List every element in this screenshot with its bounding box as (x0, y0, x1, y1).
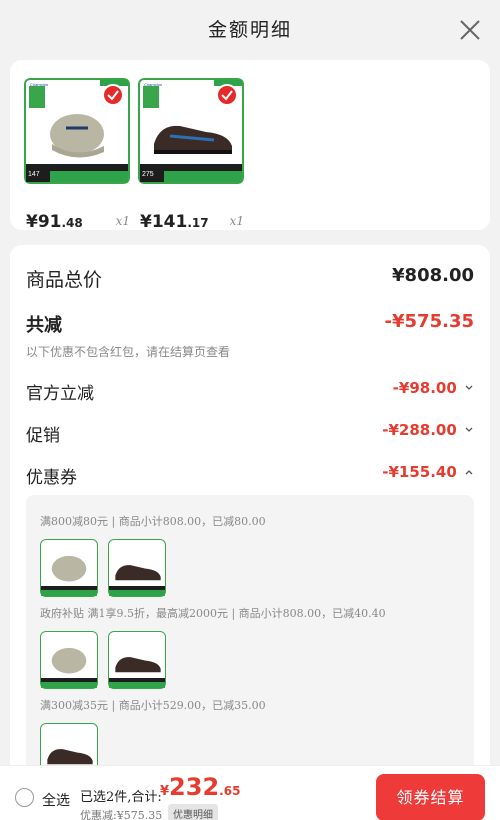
total-discount-row: 共减 -¥575.35 以下优惠不包含红包，请在结算页查看 (26, 311, 474, 360)
checkout-bar: 全选 已选2件,合计: ¥232.65 优惠减:¥575.35 优惠明细 领券结… (0, 765, 500, 820)
chevron-up-icon[interactable] (464, 467, 474, 477)
discount-note: 以下优惠不包含红包，请在结算页查看 (26, 345, 231, 359)
coupon-product-thumb (40, 631, 98, 689)
product-quantity: x1 (115, 214, 130, 228)
thumb-price: 275 (140, 166, 164, 182)
chevron-down-icon[interactable] (464, 383, 474, 393)
coupon-product-thumb (108, 631, 166, 689)
select-all-radio[interactable] (15, 788, 34, 807)
coupon-label: 优惠券 (26, 468, 77, 488)
total-discount-value: -¥575.35 (384, 311, 474, 332)
product-item[interactable]: Champion 275 ¥141.17 x1 (138, 78, 244, 232)
selected-count: 已选2件,合计: (80, 790, 162, 805)
products-card: Champion 147 ¥91.48 x1 Champion 275 ¥141… (10, 60, 490, 232)
goods-total-label: 商品总价 (26, 269, 103, 291)
close-icon[interactable] (458, 18, 482, 42)
official-discount-label: 官方立减 (26, 384, 94, 404)
coupon-detail-panel: 满800减80元 | 商品小计808.00，已减80.00 政府补贴 满1享9.… (26, 495, 474, 785)
product-thumbnail[interactable]: Champion 275 (138, 78, 244, 184)
coupon-product-thumb (108, 539, 166, 597)
summary-card: 商品总价 ¥808.00 共减 -¥575.35 以下优惠不包含红包，请在结算页… (10, 245, 490, 785)
coupon-row[interactable]: 优惠券 -¥155.40 (26, 463, 474, 488)
product-thumbnail[interactable]: Champion 147 (24, 78, 130, 184)
check-icon[interactable] (216, 84, 238, 106)
discount-summary: 优惠减:¥575.35 (80, 809, 163, 820)
select-all-label[interactable]: 全选 (42, 790, 70, 810)
page-title: 金额明细 (207, 19, 292, 41)
total-amount: ¥232.65 (160, 773, 241, 801)
shoe-image-icon (154, 125, 232, 154)
product-price: ¥141.17 (140, 212, 209, 232)
goods-total-row: 商品总价 ¥808.00 (26, 265, 474, 292)
total-discount-label: 共减 (26, 315, 62, 336)
thumb-price: 147 (26, 166, 50, 182)
check-icon[interactable] (102, 84, 124, 106)
coupon-detail-line: 满800减80元 | 商品小计808.00，已减80.00 (40, 515, 266, 528)
promo-value: -¥288.00 (382, 421, 457, 439)
coupon-detail-line: 政府补贴 满1享9.5折，最高减2000元 | 商品小计808.00，已减40.… (40, 607, 386, 620)
coupon-product-thumb (40, 539, 98, 597)
cap-image-icon (50, 114, 104, 158)
official-discount-row[interactable]: 官方立减 -¥98.00 (26, 379, 474, 404)
modal-header: 金额明细 (0, 0, 500, 60)
promo-row[interactable]: 促销 -¥288.00 (26, 421, 474, 446)
product-item[interactable]: Champion 147 ¥91.48 x1 (24, 78, 130, 232)
official-discount-value: -¥98.00 (392, 379, 457, 397)
coupon-detail-line: 满300减35元 | 商品小计529.00，已减35.00 (40, 699, 266, 712)
goods-total-value: ¥808.00 (392, 265, 474, 286)
product-quantity: x1 (229, 214, 244, 228)
coupon-value: -¥155.40 (382, 463, 457, 481)
product-price: ¥91.48 (26, 212, 83, 232)
checkout-button[interactable]: 领券结算 (376, 774, 485, 820)
promo-label: 促销 (26, 426, 60, 446)
chevron-down-icon[interactable] (464, 425, 474, 435)
discount-detail-button[interactable]: 优惠明细 (168, 804, 218, 820)
